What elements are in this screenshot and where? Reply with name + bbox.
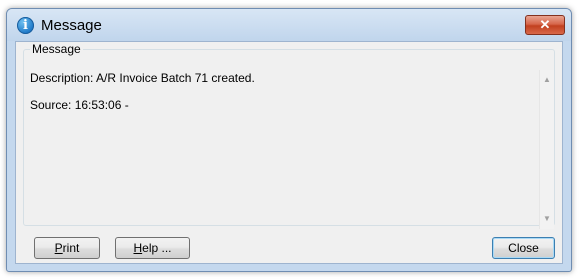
print-label: rint: [62, 241, 80, 255]
scroll-down-arrow-icon[interactable]: ▼: [540, 212, 554, 226]
description-line: Description: A/R Invoice Batch 71 create…: [30, 71, 255, 85]
help-label: elp ...: [142, 241, 172, 255]
message-text-area[interactable]: Description: A/R Invoice Batch 71 create…: [28, 70, 538, 230]
info-icon: i: [17, 17, 34, 34]
group-legend: Message: [32, 42, 81, 56]
vertical-scrollbar[interactable]: ▲ ▼: [539, 70, 554, 229]
help-button[interactable]: Help ...: [115, 237, 190, 259]
print-mnemonic: P: [54, 241, 63, 255]
close-button[interactable]: Close: [492, 237, 555, 259]
scroll-up-arrow-icon[interactable]: ▲: [540, 73, 554, 87]
window-close-button[interactable]: ✕: [525, 15, 565, 35]
print-button[interactable]: Print: [34, 237, 100, 259]
window-title: Message: [41, 17, 102, 34]
source-line: Source: 16:53:06 -: [30, 98, 129, 112]
message-dialog: i Message ✕ Message Description: A/R Inv…: [6, 8, 572, 272]
dialog-body: Message Description: A/R Invoice Batch 7…: [15, 41, 563, 264]
help-mnemonic: H: [133, 241, 143, 255]
message-group: Message Description: A/R Invoice Batch 7…: [23, 42, 555, 229]
title-bar[interactable]: i Message ✕: [7, 9, 571, 41]
